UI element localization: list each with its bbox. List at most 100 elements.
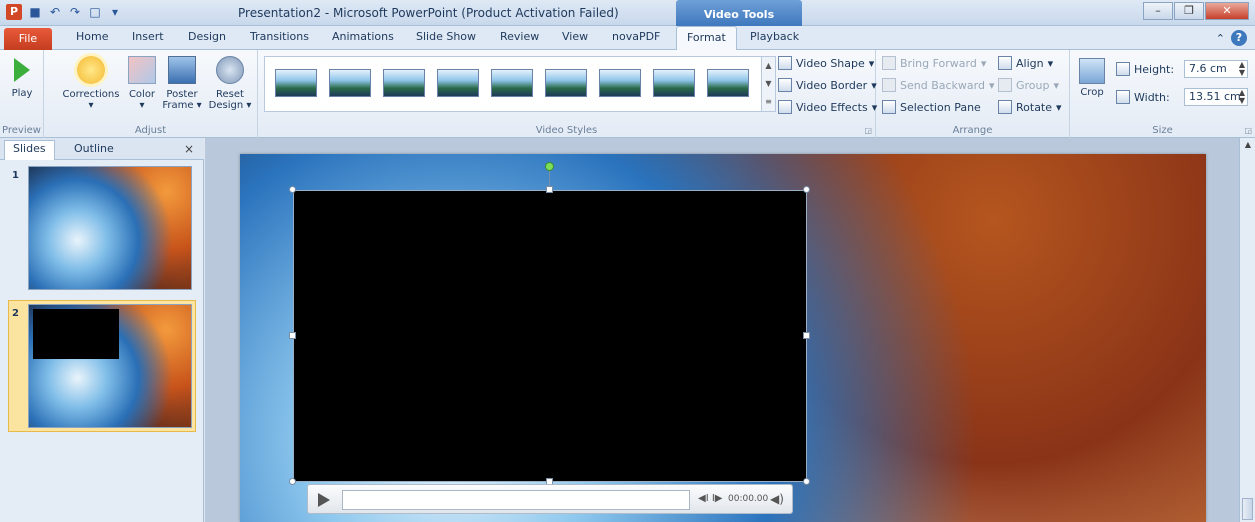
powerpoint-logo-icon[interactable]: P (6, 4, 22, 20)
video-style-thumb[interactable] (545, 69, 587, 97)
rotate-handle[interactable] (545, 162, 554, 171)
video-border-button[interactable]: Video Border ▾ (778, 78, 877, 92)
save-icon[interactable]: ■ (28, 5, 42, 19)
height-spinner-arrows-icon[interactable]: ▲ ▼ (1239, 61, 1245, 77)
resize-handle[interactable] (289, 186, 296, 193)
video-control-bar: ◀Ⅰ Ⅰ▶ 00:00.00 ◀) (307, 484, 793, 514)
height-value: 7.6 cm (1189, 62, 1227, 75)
video-progress-track[interactable] (342, 490, 690, 510)
width-icon (1116, 90, 1130, 104)
reset-design-button[interactable]: Reset Design ▾ (208, 54, 252, 111)
tab-playback[interactable]: Playback (750, 30, 799, 43)
align-button[interactable]: Align ▾ (998, 56, 1053, 70)
close-button[interactable]: ✕ (1205, 2, 1249, 20)
tab-review[interactable]: Review (500, 30, 539, 43)
height-input[interactable]: 7.6 cm ▲ ▼ (1184, 60, 1248, 78)
gallery-scroll[interactable]: ▲ ▼ ≡ (761, 57, 775, 111)
video-play-icon[interactable] (318, 493, 330, 507)
color-button[interactable]: Color ▾ (126, 54, 158, 111)
video-shape-button[interactable]: Video Shape ▾ (778, 56, 874, 70)
resize-handle[interactable] (803, 478, 810, 485)
crop-label: Crop (1080, 87, 1104, 98)
video-shape-icon (778, 56, 792, 70)
bring-forward-label: Bring Forward (900, 56, 977, 70)
play-button[interactable]: Play (6, 54, 38, 99)
crop-button[interactable]: Crop (1076, 54, 1108, 98)
rotate-button[interactable]: Rotate ▾ (998, 100, 1062, 114)
tab-transitions[interactable]: Transitions (250, 30, 309, 43)
skip-back-forward-icon[interactable]: ◀Ⅰ Ⅰ▶ (698, 493, 722, 504)
volume-icon[interactable]: ◀) (770, 492, 784, 506)
ribbon-tabs: File Home Insert Design Transitions Anim… (0, 26, 1255, 50)
video-style-thumb[interactable] (383, 69, 425, 97)
tab-animations[interactable]: Animations (332, 30, 394, 43)
video-style-thumb[interactable] (707, 69, 749, 97)
tab-slides[interactable]: Slides (4, 140, 55, 160)
reset-design-icon (216, 56, 244, 84)
corrections-button[interactable]: Corrections ▾ (60, 54, 122, 111)
minimize-ribbon-icon[interactable]: ⌃ (1216, 32, 1225, 45)
video-styles-gallery: ▲ ▼ ≡ (264, 56, 776, 112)
video-object[interactable] (293, 190, 807, 482)
video-style-thumb[interactable] (275, 69, 317, 97)
slide-thumbnail-2[interactable] (28, 304, 192, 428)
undo-icon[interactable]: ↶ (48, 5, 62, 19)
vertical-scrollbar[interactable]: ▲ (1239, 138, 1255, 522)
poster-frame-button[interactable]: Poster Frame ▾ (162, 54, 202, 111)
corrections-sun-icon (77, 56, 105, 84)
video-effects-button[interactable]: Video Effects ▾ (778, 100, 877, 114)
corrections-label: Corrections (62, 89, 120, 100)
tab-insert[interactable]: Insert (132, 30, 164, 43)
video-style-thumb[interactable] (491, 69, 533, 97)
scroll-up-icon[interactable]: ▲ (1240, 140, 1255, 149)
redo-icon[interactable]: ↷ (68, 5, 82, 19)
group-arrange: Bring Forward ▾ Send Backward ▾ Selectio… (876, 50, 1070, 138)
customize-qat-icon[interactable]: ▾ (108, 5, 122, 19)
height-icon (1116, 62, 1130, 76)
tab-home[interactable]: Home (76, 30, 108, 43)
dropdown-arrow-icon: ▾ (88, 100, 94, 111)
tab-file[interactable]: File (4, 28, 52, 50)
video-style-thumb[interactable] (437, 69, 479, 97)
width-spinner-arrows-icon[interactable]: ▲ ▼ (1239, 89, 1245, 105)
bring-forward-button[interactable]: Bring Forward ▾ (882, 56, 986, 70)
close-pane-icon[interactable]: × (184, 142, 194, 156)
video-border-label: Video Border (796, 78, 868, 92)
tab-format[interactable]: Format (676, 26, 737, 50)
minimize-button[interactable]: – (1143, 2, 1173, 20)
tab-slide-show[interactable]: Slide Show (416, 30, 476, 43)
dialog-launcher-icon[interactable]: ◲ (864, 126, 872, 135)
maximize-button[interactable]: ❐ (1174, 2, 1204, 20)
tab-design[interactable]: Design (188, 30, 226, 43)
width-input[interactable]: 13.51 cm ▲ ▼ (1184, 88, 1248, 106)
tab-view[interactable]: View (562, 30, 588, 43)
play-label: Play (11, 88, 33, 99)
resize-handle[interactable] (803, 186, 810, 193)
resize-handle[interactable] (546, 186, 553, 193)
send-backward-button[interactable]: Send Backward ▾ (882, 78, 995, 92)
tab-novapdf[interactable]: novaPDF (612, 30, 660, 43)
width-field-label: Width: (1116, 90, 1170, 104)
video-style-thumb[interactable] (599, 69, 641, 97)
title-bar: P ■ ↶ ↷ □ ▾ Presentation2 - Microsoft Po… (0, 0, 1255, 26)
selection-pane-button[interactable]: Selection Pane (882, 100, 981, 114)
group-icon (998, 78, 1012, 92)
dialog-launcher-icon[interactable]: ◲ (1244, 126, 1252, 135)
group-button[interactable]: Group ▾ (998, 78, 1059, 92)
poster-frame-label-2: Frame (162, 100, 194, 111)
slide-canvas[interactable]: ◀Ⅰ Ⅰ▶ 00:00.00 ◀) (240, 154, 1206, 522)
new-document-icon[interactable]: □ (88, 5, 102, 19)
window-controls: – ❐ ✕ (1143, 2, 1249, 20)
resize-handle[interactable] (289, 332, 296, 339)
tab-outline[interactable]: Outline (66, 141, 122, 156)
video-style-thumb[interactable] (329, 69, 371, 97)
width-value: 13.51 cm (1189, 90, 1241, 103)
video-style-thumb[interactable] (653, 69, 695, 97)
resize-handle[interactable] (803, 332, 810, 339)
resize-handle[interactable] (289, 478, 296, 485)
slide-thumbnail-1[interactable] (28, 166, 192, 290)
scrollbar-thumb[interactable] (1242, 498, 1253, 520)
help-icon[interactable]: ? (1231, 30, 1247, 46)
rotate-icon (998, 100, 1012, 114)
help-area: ⌃ ? (1216, 30, 1247, 46)
